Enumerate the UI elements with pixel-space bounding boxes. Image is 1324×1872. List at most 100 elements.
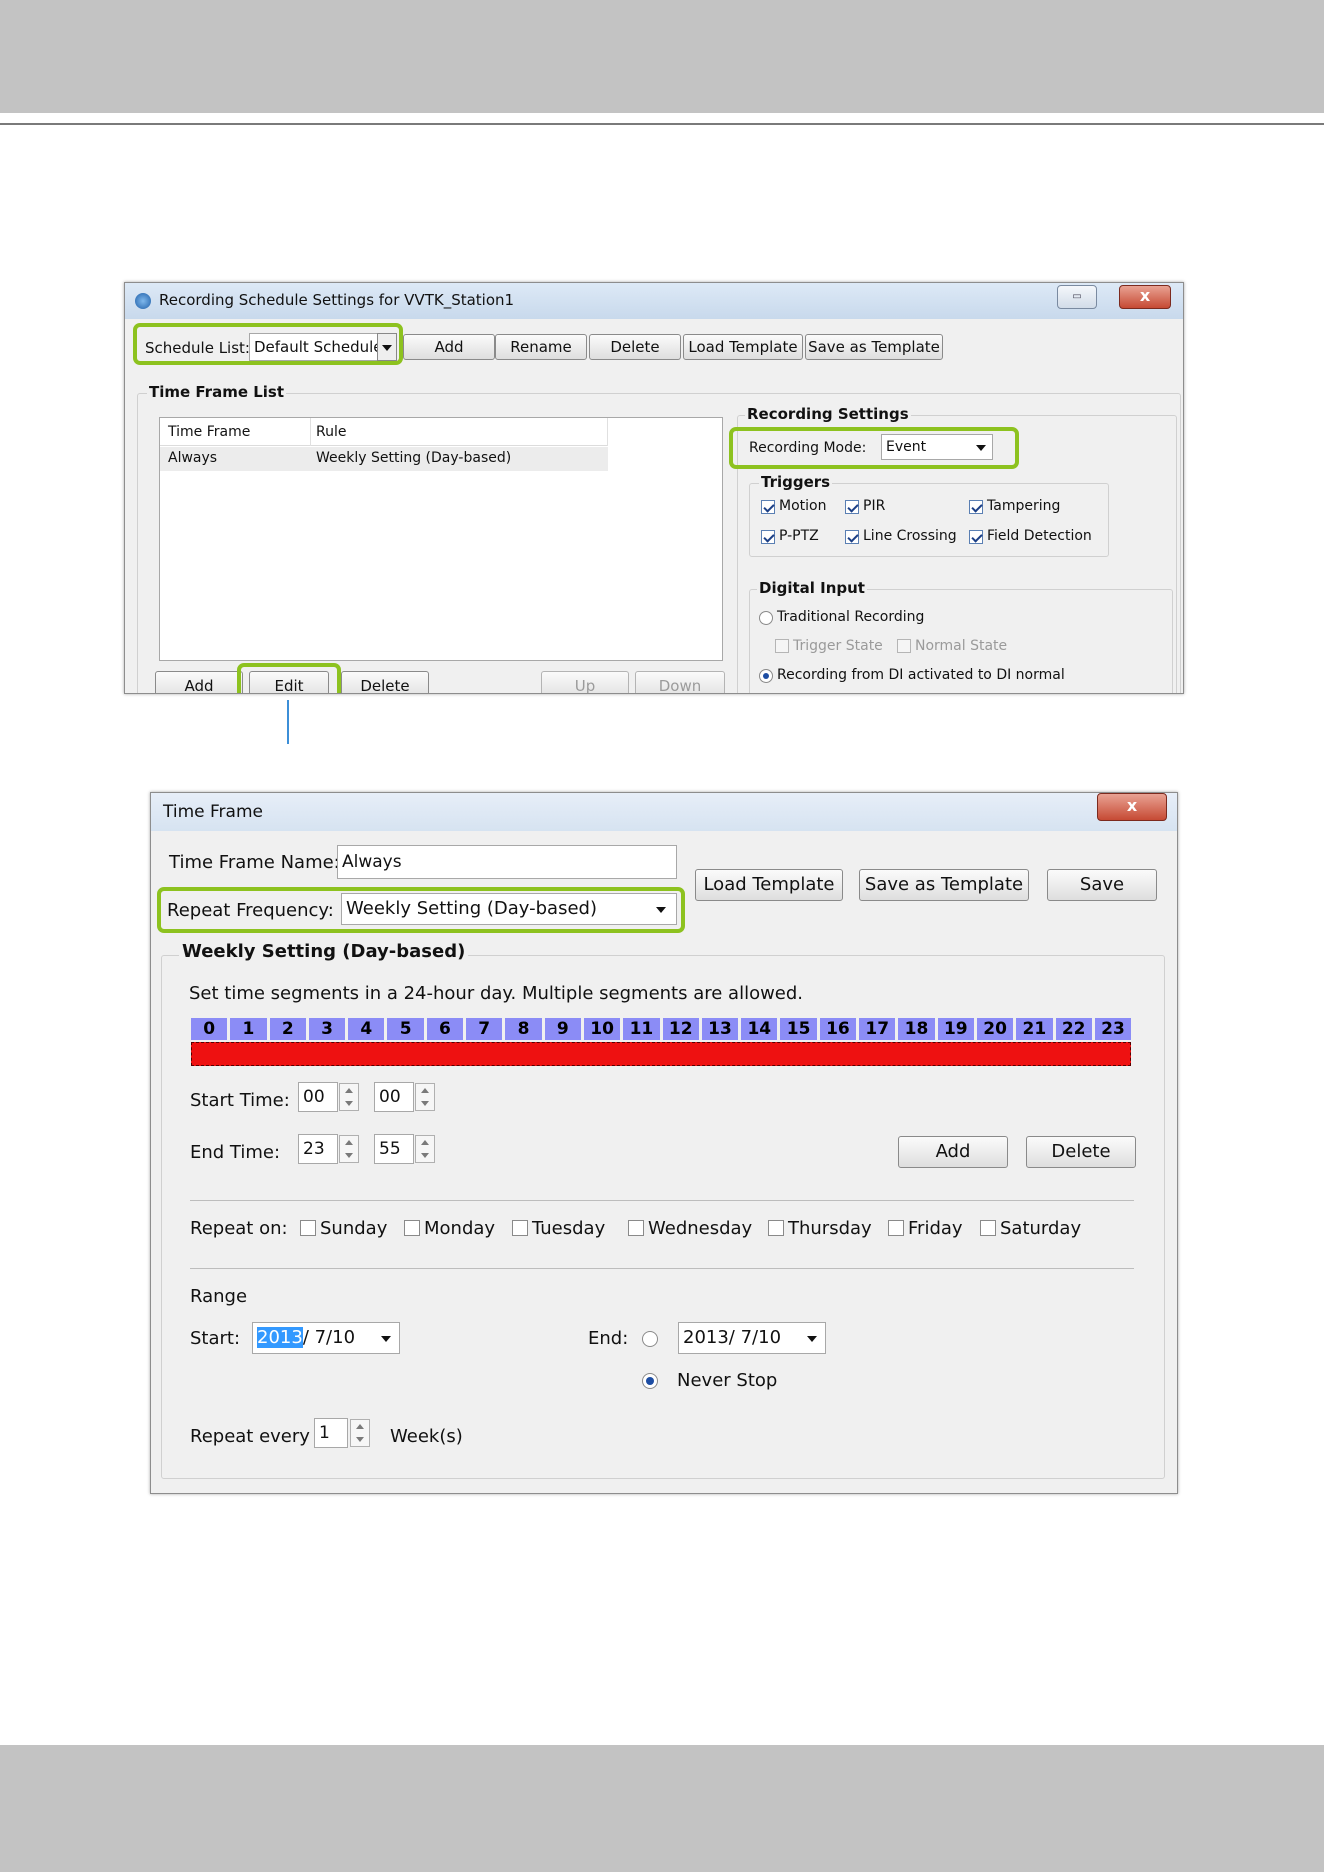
traditional-recording-radio[interactable] — [759, 611, 773, 625]
normal-state-checkbox[interactable] — [897, 639, 911, 653]
repeat-every-label: Repeat every — [190, 1426, 310, 1447]
start-time-label: Start Time: — [190, 1090, 290, 1111]
range-start-year[interactable]: 2013 — [257, 1327, 303, 1348]
dialog-load-template-button[interactable]: Load Template — [695, 869, 843, 901]
hour-cell[interactable]: 9 — [544, 1018, 581, 1040]
header-rule — [0, 123, 1324, 125]
range-end-date-radio[interactable] — [642, 1331, 658, 1347]
saturday-checkbox[interactable] — [980, 1220, 996, 1236]
hour-cell[interactable]: 3 — [308, 1018, 346, 1040]
segment-add-button[interactable]: Add — [898, 1136, 1008, 1168]
recording-settings-title: Recording Settings — [745, 405, 911, 423]
monday-checkbox[interactable] — [404, 1220, 420, 1236]
dialog-save-button[interactable]: Save — [1047, 869, 1157, 901]
tampering-label: Tampering — [987, 498, 1061, 514]
wednesday-checkbox[interactable] — [628, 1220, 644, 1236]
schedule-add-button[interactable]: Add — [403, 334, 495, 360]
header-divider — [607, 418, 608, 446]
list-add-button[interactable]: Add — [155, 671, 243, 693]
range-end-label: End: — [588, 1328, 629, 1349]
end-minute-spinner[interactable] — [415, 1135, 435, 1163]
hour-cell[interactable]: 17 — [859, 1018, 896, 1040]
segment-delete-button[interactable]: Delete — [1026, 1136, 1136, 1168]
motion-checkbox[interactable] — [761, 500, 775, 514]
time-frame-name-input[interactable]: Always — [337, 845, 677, 879]
end-hour-input[interactable]: 23 — [298, 1134, 338, 1164]
hour-cell[interactable]: 19 — [937, 1018, 974, 1040]
hour-cell[interactable]: 14 — [741, 1018, 778, 1040]
callout-connector — [287, 700, 289, 744]
window-title: Recording Schedule Settings for VVTK_Sta… — [159, 291, 515, 309]
pptz-checkbox[interactable] — [761, 530, 775, 544]
hour-cell[interactable]: 8 — [505, 1018, 542, 1040]
hour-cell[interactable]: 16 — [819, 1018, 857, 1040]
trigger-state-checkbox[interactable] — [775, 639, 789, 653]
line-crossing-label: Line Crossing — [863, 528, 957, 544]
hour-cell[interactable]: 1 — [230, 1018, 267, 1040]
hour-cell[interactable]: 10 — [583, 1018, 621, 1040]
schedule-rename-button[interactable]: Rename — [495, 334, 587, 360]
start-hour-spinner[interactable] — [339, 1083, 359, 1111]
hour-cell[interactable]: 4 — [348, 1018, 385, 1040]
tuesday-checkbox[interactable] — [512, 1220, 528, 1236]
recording-mode-highlight — [729, 427, 1019, 469]
hour-cell[interactable]: 21 — [1016, 1018, 1053, 1040]
schedule-save-as-template-button[interactable]: Save as Template — [805, 334, 943, 360]
row-time-frame: Always — [168, 450, 218, 466]
schedule-delete-button[interactable]: Delete — [589, 334, 681, 360]
hour-grid[interactable]: 0 1 2 3 4 5 6 7 8 9 10 11 12 13 14 15 16… — [191, 1018, 1132, 1040]
repeat-frequency-highlight — [157, 887, 685, 933]
end-minute-input[interactable]: 55 — [374, 1134, 414, 1164]
hour-cell[interactable]: 7 — [466, 1018, 503, 1040]
list-up-button[interactable]: Up — [541, 671, 629, 693]
time-frame-name-label: Time Frame Name: — [169, 852, 340, 873]
sunday-checkbox[interactable] — [300, 1220, 316, 1236]
tampering-checkbox[interactable] — [969, 500, 983, 514]
schedule-load-template-button[interactable]: Load Template — [683, 334, 803, 360]
time-frame-name-value: Always — [342, 852, 402, 872]
line-crossing-checkbox[interactable] — [845, 530, 859, 544]
start-minute-input[interactable]: 00 — [374, 1082, 414, 1112]
hour-cell[interactable]: 15 — [780, 1018, 817, 1040]
table-row[interactable]: Always Weekly Setting (Day-based) — [160, 447, 608, 471]
recording-from-di-label: Recording from DI activated to DI normal — [777, 667, 1065, 683]
hour-cell[interactable]: 23 — [1094, 1018, 1132, 1040]
hour-cell[interactable]: 2 — [269, 1018, 306, 1040]
recording-from-di-radio[interactable] — [759, 669, 773, 683]
restore-icon[interactable]: ▭ — [1057, 285, 1097, 309]
field-detection-checkbox[interactable] — [969, 530, 983, 544]
start-minute-value: 00 — [379, 1087, 401, 1107]
end-hour-spinner[interactable] — [339, 1135, 359, 1163]
hour-cell[interactable]: 22 — [1055, 1018, 1092, 1040]
hour-cell[interactable]: 6 — [426, 1018, 464, 1040]
hour-cell[interactable]: 5 — [387, 1018, 424, 1040]
hour-cell[interactable]: 18 — [898, 1018, 935, 1040]
friday-checkbox[interactable] — [888, 1220, 904, 1236]
divider — [190, 1200, 1134, 1201]
hour-cell[interactable]: 11 — [623, 1018, 660, 1040]
weeks-label: Week(s) — [390, 1426, 463, 1447]
dialog-save-as-template-button[interactable]: Save as Template — [859, 869, 1029, 901]
hour-cell[interactable]: 12 — [662, 1018, 699, 1040]
hour-cell[interactable]: 0 — [191, 1018, 228, 1040]
never-stop-radio[interactable] — [642, 1373, 658, 1389]
close-icon[interactable]: x — [1097, 793, 1167, 821]
repeat-every-input[interactable]: 1 — [314, 1418, 348, 1448]
close-icon[interactable]: x — [1119, 285, 1171, 309]
start-minute-spinner[interactable] — [415, 1083, 435, 1111]
thursday-checkbox[interactable] — [768, 1220, 784, 1236]
normal-state-label: Normal State — [915, 638, 1008, 654]
range-end-date-picker[interactable]: 2013/ 7/10 — [678, 1322, 826, 1354]
start-hour-input[interactable]: 00 — [298, 1082, 338, 1112]
repeat-every-spinner[interactable] — [350, 1419, 370, 1447]
pptz-label: P-PTZ — [779, 528, 819, 544]
range-start-date-picker[interactable]: 2013/ 7/10 — [252, 1322, 400, 1354]
hour-cell[interactable]: 13 — [701, 1018, 739, 1040]
wednesday-label: Wednesday — [648, 1218, 753, 1239]
list-delete-button[interactable]: Delete — [341, 671, 429, 693]
hour-cell[interactable]: 20 — [976, 1018, 1014, 1040]
monday-label: Monday — [424, 1218, 496, 1239]
time-segment-bar[interactable] — [191, 1042, 1131, 1066]
pir-checkbox[interactable] — [845, 500, 859, 514]
list-down-button[interactable]: Down — [635, 671, 725, 693]
